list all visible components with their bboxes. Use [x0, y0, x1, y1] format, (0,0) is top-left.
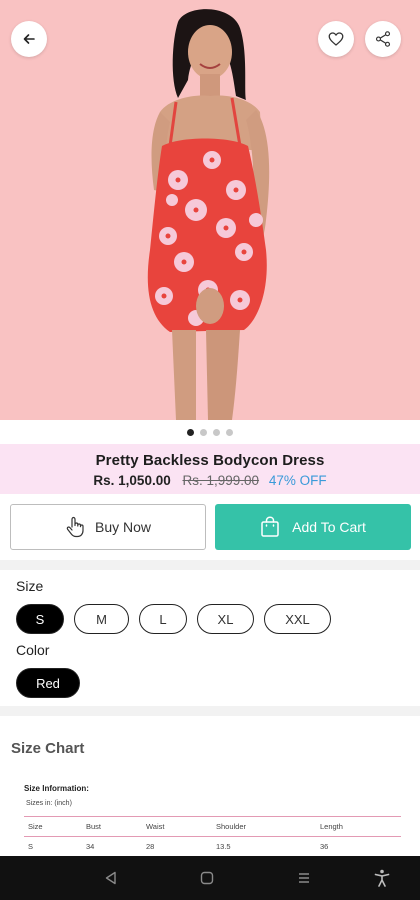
buy-now-button[interactable]: Buy Now: [10, 504, 206, 550]
carousel-indicator: [0, 420, 420, 444]
nav-recents-icon: [299, 873, 309, 883]
color-heading: Color: [16, 642, 50, 658]
table-header-cell: Size: [28, 822, 43, 831]
arrow-left-icon: [23, 34, 35, 44]
nav-home-button[interactable]: [190, 856, 224, 900]
accessibility-button[interactable]: [365, 856, 399, 900]
product-image-carousel[interactable]: [0, 0, 420, 420]
carousel-dot[interactable]: [187, 428, 194, 436]
carousel-dot[interactable]: [226, 428, 233, 436]
nav-home-icon: [200, 871, 214, 885]
price-row: Rs. 1,050.00 Rs. 1,999.00 47% OFF: [0, 473, 420, 488]
size-information-label: Size Information:: [24, 784, 89, 793]
size-chart-table: Size Bust Waist Shoulder Length S 34 28 …: [24, 816, 401, 856]
wishlist-button[interactable]: [318, 21, 354, 57]
nav-back-button[interactable]: [94, 856, 128, 900]
size-units-label: Sizes in: (inch): [26, 800, 72, 807]
heart-icon: [328, 32, 344, 46]
table-cell: S: [28, 842, 34, 851]
product-detail-screen: Pretty Backless Bodycon Dress Rs. 1,050.…: [0, 0, 420, 900]
size-chart-title: Size Chart: [11, 740, 85, 757]
table-cell: 28: [146, 842, 155, 851]
table-header-cell: Bust: [86, 822, 102, 831]
table-header-cell: Length: [320, 822, 343, 831]
product-title: Pretty Backless Bodycon Dress: [95, 452, 325, 469]
size-heading: Size: [16, 578, 44, 594]
table-row: S 34 28 13.5 36: [24, 837, 401, 857]
table-header-cell: Waist: [146, 822, 165, 831]
product-summary: Pretty Backless Bodycon Dress Rs. 1,050.…: [0, 444, 420, 494]
share-button[interactable]: [365, 21, 401, 57]
original-price: Rs. 1,999.00: [182, 473, 260, 488]
table-cell: 34: [86, 842, 95, 851]
size-option-m[interactable]: M: [74, 604, 129, 634]
size-option-xl[interactable]: XL: [197, 604, 254, 634]
table-header-row: Size Bust Waist Shoulder Length: [24, 816, 401, 837]
table-cell: 36: [320, 842, 329, 851]
add-to-cart-button[interactable]: Add To Cart: [215, 504, 411, 550]
carousel-dot[interactable]: [213, 428, 220, 436]
carousel-dot[interactable]: [200, 428, 207, 436]
size-option-xxl[interactable]: XXL: [264, 604, 331, 634]
shopping-bag-icon: [261, 516, 279, 537]
size-option-s[interactable]: S: [16, 604, 64, 634]
buy-now-label: Buy Now: [94, 519, 152, 535]
product-photo: [147, 9, 270, 420]
variant-options: Size S M L XL XXL Color Red: [0, 570, 420, 706]
share-icon: [375, 31, 391, 47]
size-option-l[interactable]: L: [139, 604, 187, 634]
discount-label: 47% OFF: [268, 473, 327, 488]
nav-back-icon: [105, 871, 116, 885]
color-option-red[interactable]: Red: [16, 668, 80, 698]
system-navigation-bar: [0, 856, 420, 900]
sale-price: Rs. 1,050.00: [93, 473, 171, 488]
accessibility-icon: [374, 869, 390, 887]
nav-recents-button[interactable]: [287, 856, 321, 900]
hand-pointer-icon: [66, 516, 84, 538]
purchase-actions: Buy Now Add To Cart: [0, 494, 420, 560]
table-header-cell: Shoulder: [216, 822, 247, 831]
back-button[interactable]: [11, 21, 47, 57]
add-to-cart-label: Add To Cart: [292, 519, 366, 535]
size-chart-section: Size Chart Size Information: Sizes in: (…: [0, 716, 420, 856]
table-cell: 13.5: [216, 842, 231, 851]
